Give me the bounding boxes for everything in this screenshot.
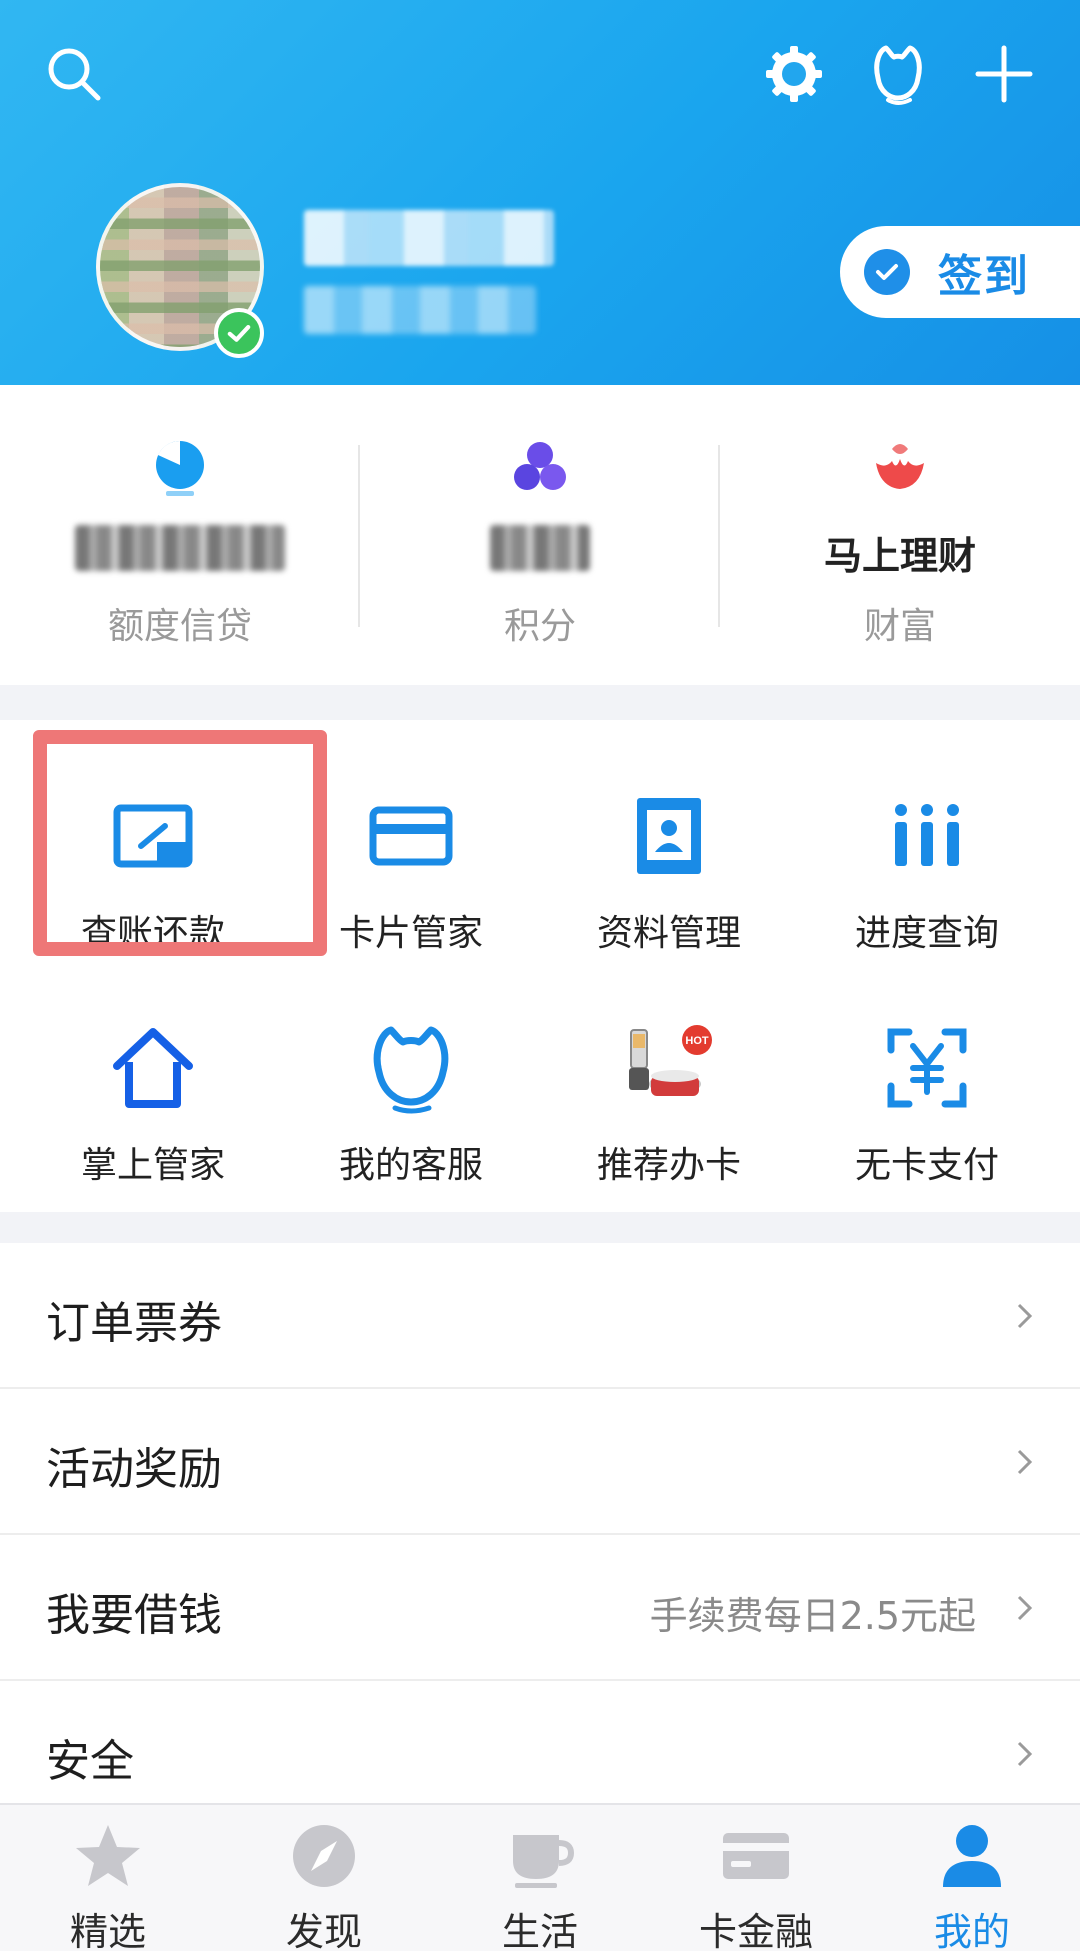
check-icon	[864, 249, 910, 295]
star-icon	[76, 1825, 140, 1886]
grid-label: 卡片管家	[338, 913, 483, 954]
grid-item-bill-repay[interactable]: 查账还款	[24, 748, 282, 954]
card-manager-icon	[369, 806, 453, 866]
tab-featured[interactable]: 精选	[0, 1805, 216, 1951]
tab-label: 发现	[285, 1910, 362, 1951]
tab-label: 卡金融	[698, 1910, 813, 1951]
bill-repay-icon	[113, 804, 193, 868]
stat-label: 积分	[503, 606, 576, 647]
card-icon	[723, 1833, 789, 1879]
points-icon	[514, 442, 566, 490]
stat-wealth[interactable]: 马上理财 财富	[720, 385, 1080, 685]
grid-item-profile-manage[interactable]: 资料管理	[540, 748, 798, 954]
tab-label: 生活	[501, 1910, 578, 1951]
user-name-redacted	[304, 210, 554, 266]
chevron-right-icon	[1017, 1741, 1033, 1767]
signin-button[interactable]: 签到	[840, 226, 1080, 318]
progress-query-icon	[895, 804, 959, 866]
wealth-icon	[876, 444, 924, 489]
grid-label: 查账还款	[80, 913, 225, 954]
grid-item-progress-query[interactable]: 进度查询	[798, 748, 1056, 954]
stat-points[interactable]: 积分	[360, 385, 720, 685]
points-value-redacted	[490, 525, 590, 571]
home-manager-icon	[113, 1028, 193, 1108]
signin-label: 签到	[938, 251, 1030, 302]
grid-item-customer-service[interactable]: 我的客服	[282, 980, 540, 1186]
bottom-tab-bar: 精选 发现 生活 卡金融 我的	[0, 1803, 1080, 1951]
stat-label: 额度信贷	[107, 606, 252, 647]
menu-list: 订单票券 活动奖励 我要借钱 手续费每日2.5元起 安全	[0, 1243, 1080, 1827]
compass-icon	[293, 1825, 355, 1887]
grid-label: 资料管理	[596, 913, 741, 954]
grid-label: 我的客服	[338, 1145, 483, 1186]
list-item-borrow[interactable]: 我要借钱 手续费每日2.5元起	[0, 1535, 1080, 1681]
stat-label: 财富	[863, 606, 936, 647]
chevron-right-icon	[1017, 1303, 1033, 1329]
profile-manage-icon	[637, 798, 701, 874]
grid-label: 推荐办卡	[596, 1145, 741, 1186]
service-icon[interactable]	[866, 42, 930, 106]
grid-item-cardless-pay[interactable]: 无卡支付	[798, 980, 1056, 1186]
list-item-orders[interactable]: 订单票券	[0, 1243, 1080, 1389]
credit-limit-icon	[156, 440, 204, 496]
list-label: 活动奖励	[46, 1444, 222, 1495]
list-label: 我要借钱	[46, 1590, 222, 1641]
cup-icon	[513, 1835, 575, 1888]
grid-item-home-manager[interactable]: 掌上管家	[24, 980, 282, 1186]
profile-header: 签到	[0, 0, 1080, 385]
credit-value-redacted	[75, 525, 285, 571]
list-label: 安全	[46, 1736, 134, 1787]
tab-discover[interactable]: 发现	[216, 1805, 432, 1951]
hot-badge: HOT	[685, 1035, 709, 1047]
stats-row: 额度信贷 积分 马上理财 财富	[0, 385, 1080, 685]
tab-life[interactable]: 生活	[432, 1805, 648, 1951]
tab-card-finance[interactable]: 卡金融	[648, 1805, 864, 1951]
grid-label: 进度查询	[854, 913, 999, 954]
add-icon[interactable]	[972, 42, 1036, 106]
list-label: 订单票券	[46, 1298, 222, 1349]
grid-item-card-manager[interactable]: 卡片管家	[282, 748, 540, 954]
customer-service-icon	[373, 1026, 449, 1114]
list-note: 手续费每日2.5元起	[649, 1594, 976, 1638]
chevron-right-icon	[1017, 1595, 1033, 1621]
chevron-right-icon	[1017, 1449, 1033, 1475]
cardless-pay-icon	[887, 1028, 967, 1108]
grid-label: 无卡支付	[854, 1145, 999, 1186]
tab-label: 精选	[69, 1910, 146, 1951]
my-page: 签到 额度信贷 积分 马上理财 财富 查账还款 卡片管家 资料管理 进度查询 掌…	[0, 0, 1080, 1951]
stat-value: 马上理财	[823, 534, 976, 578]
person-icon	[943, 1825, 1001, 1887]
tab-label: 我的	[933, 1910, 1010, 1951]
stat-credit[interactable]: 额度信贷	[0, 385, 360, 685]
verified-icon	[214, 308, 264, 358]
recommend-card-icon: HOT	[629, 1025, 712, 1096]
search-icon[interactable]	[42, 42, 106, 106]
settings-icon[interactable]	[762, 42, 826, 106]
grid-label: 掌上管家	[80, 1145, 225, 1186]
user-info-redacted	[304, 286, 536, 334]
function-grid: 查账还款 卡片管家 资料管理 进度查询 掌上管家 我的客服 HOT 推荐办卡 无…	[0, 720, 1080, 1212]
list-item-rewards[interactable]: 活动奖励	[0, 1389, 1080, 1535]
tab-mine[interactable]: 我的	[864, 1805, 1080, 1951]
grid-item-recommend-card[interactable]: HOT 推荐办卡	[540, 980, 798, 1186]
